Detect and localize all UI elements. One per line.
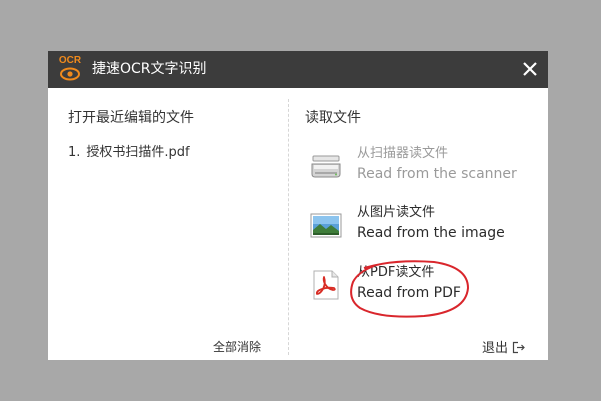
close-button[interactable] bbox=[516, 55, 544, 83]
scanner-icon bbox=[311, 155, 341, 178]
clear-all-button[interactable]: 全部消除 bbox=[213, 338, 261, 355]
read-file-title: 读取文件 bbox=[305, 110, 361, 126]
logo-text: OCR bbox=[58, 55, 82, 66]
image-icon bbox=[310, 213, 342, 238]
title-bar: OCR 捷速OCR文字识别 bbox=[48, 51, 548, 88]
read-from-scanner-option[interactable]: 从扫描器读文件 Read from the scanner bbox=[310, 146, 530, 190]
highlight-annotation bbox=[350, 260, 470, 318]
eye-icon bbox=[60, 67, 80, 81]
exit-button[interactable]: 退出 bbox=[482, 337, 525, 356]
app-logo: OCR bbox=[58, 55, 82, 83]
pdf-icon bbox=[313, 270, 339, 300]
recent-file-item[interactable]: 1. 授权书扫描件.pdf bbox=[68, 144, 190, 162]
window-title: 捷速OCR文字识别 bbox=[92, 61, 207, 77]
recent-files-title: 打开最近编辑的文件 bbox=[68, 110, 194, 126]
recent-files-list: 1. 授权书扫描件.pdf bbox=[68, 144, 190, 162]
read-from-image-option[interactable]: 从图片读文件 Read from the image bbox=[310, 205, 530, 249]
recent-file-number: 1. bbox=[68, 145, 81, 160]
exit-label: 退出 bbox=[482, 341, 509, 356]
recent-file-name: 授权书扫描件.pdf bbox=[86, 145, 190, 160]
ocr-dialog: OCR 捷速OCR文字识别 打开最近编辑的文件 1. 授权书扫描件.pdf 全部消… bbox=[48, 51, 548, 360]
column-divider bbox=[288, 99, 289, 355]
image-option-label-cn: 从图片读文件 bbox=[357, 205, 436, 220]
exit-icon bbox=[512, 341, 525, 354]
close-icon bbox=[523, 62, 537, 76]
scanner-option-label-en: Read from the scanner bbox=[357, 166, 517, 182]
scanner-option-label-cn: 从扫描器读文件 bbox=[357, 146, 449, 161]
image-option-label-en: Read from the image bbox=[357, 225, 505, 241]
